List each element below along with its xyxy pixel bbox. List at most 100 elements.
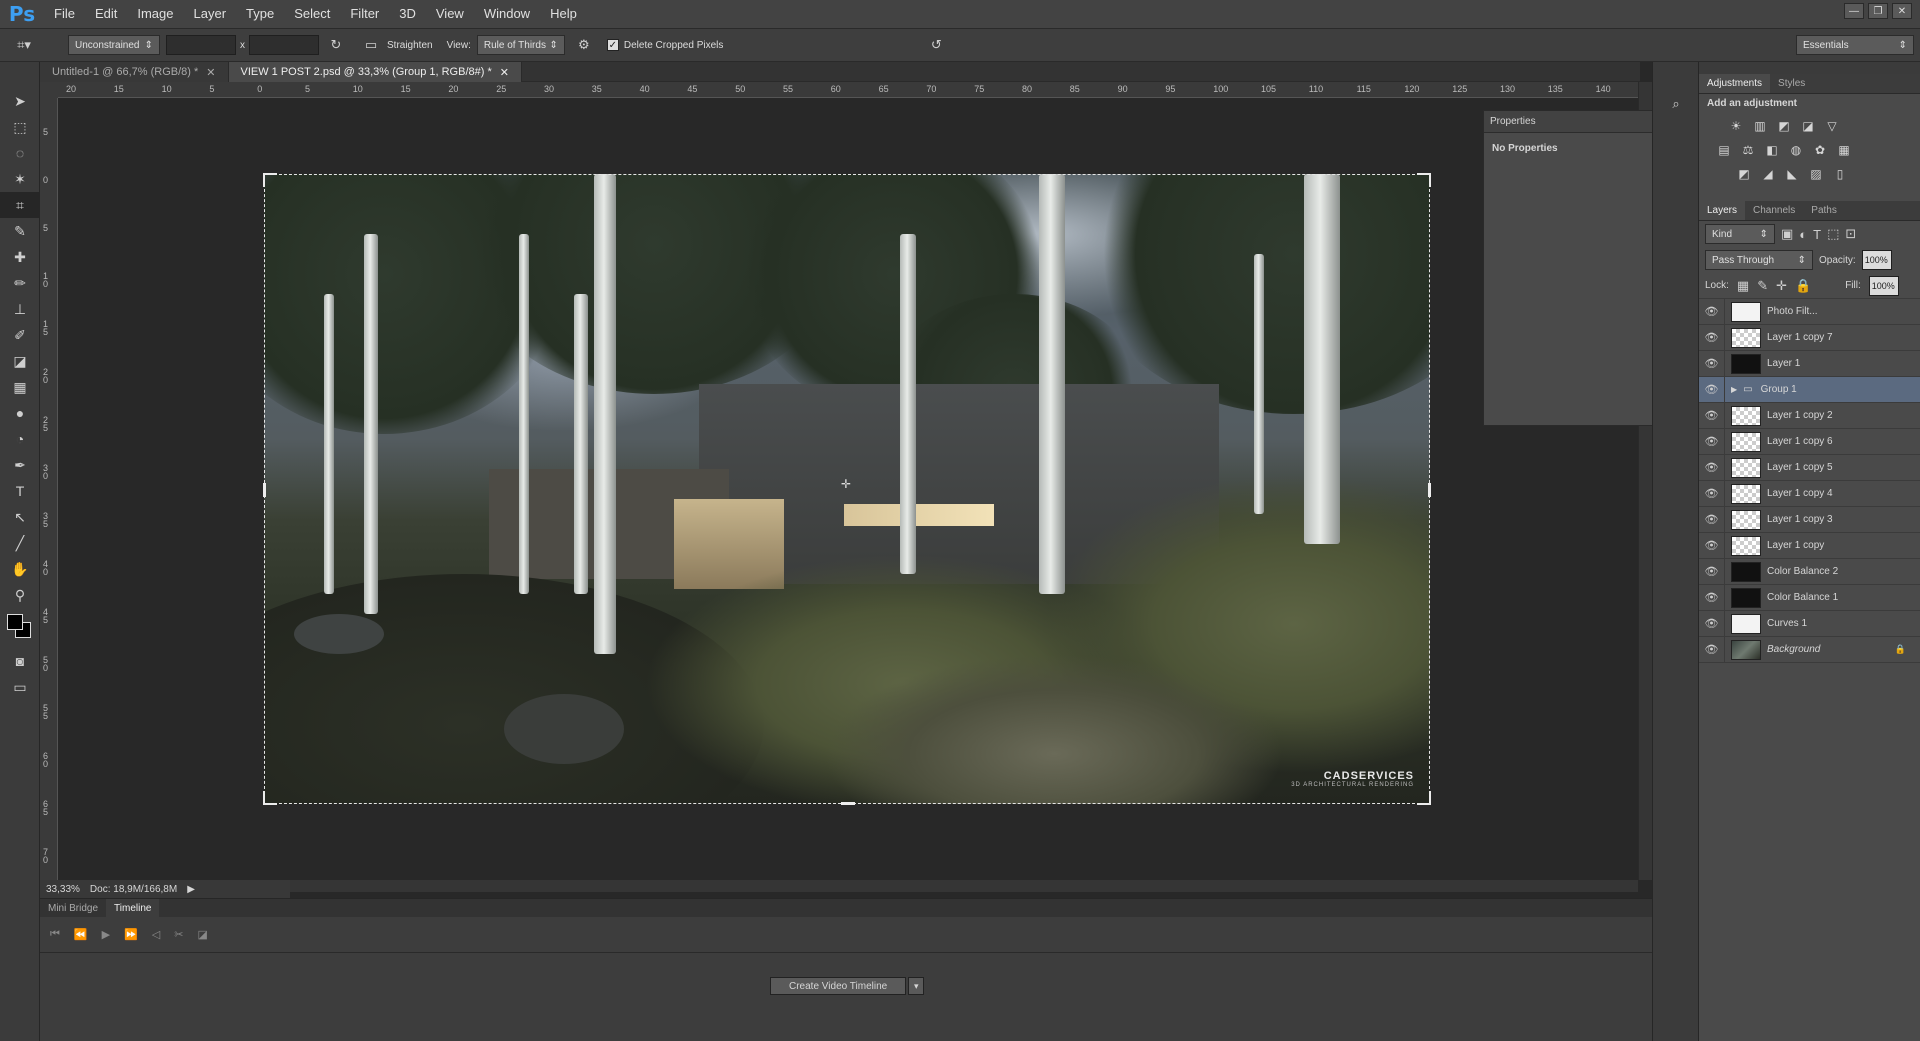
layer-row[interactable]: 👁 Layer 1 copy 3 [1699,506,1920,533]
layer-name[interactable]: Color Balance 2 [1767,566,1838,577]
doc-tab-untitled[interactable]: Untitled-1 @ 66,7% (RGB/8) * ✕ [40,62,229,82]
tab-paths[interactable]: Paths [1803,201,1845,220]
blur-tool[interactable]: ● [0,400,40,426]
posterize-icon[interactable]: ◢ [1759,165,1777,183]
shape-filter-icon[interactable]: ⬚ [1827,226,1839,242]
visibility-eye-icon[interactable]: 👁 [1699,636,1725,663]
menu-file[interactable]: File [44,0,85,28]
curves-icon[interactable]: ◩ [1775,117,1793,135]
menu-view[interactable]: View [426,0,474,28]
visibility-eye-icon[interactable]: 👁 [1699,610,1725,637]
menu-layer[interactable]: Layer [184,0,237,28]
layer-name[interactable]: Layer 1 copy 5 [1767,462,1833,473]
tab-styles[interactable]: Styles [1770,74,1813,93]
straighten-button[interactable]: ▭ [359,37,383,53]
menu-3d[interactable]: 3D [389,0,426,28]
ratio-dropdown[interactable]: Unconstrained ⇕ [68,35,160,55]
status-menu-icon[interactable]: ▶ [187,884,195,895]
hue-saturation-icon[interactable]: ▤ [1715,141,1733,159]
next-frame-icon[interactable]: ⏩ [124,928,138,941]
foreground-color-swatch[interactable] [7,614,23,630]
delete-cropped-checkbox[interactable]: ✓ [606,39,619,51]
scissors-icon[interactable]: ✂ [174,928,183,941]
color-swatches[interactable] [0,608,40,648]
layer-row[interactable]: 👁 ▶ ▭ Group 1 [1699,376,1920,403]
audio-icon[interactable]: ◁ [152,928,160,941]
layer-row[interactable]: 👁 Layer 1 copy 2 [1699,402,1920,429]
tab-mini-bridge[interactable]: Mini Bridge [40,899,106,917]
brush-tool[interactable]: ✏ [0,270,40,296]
smart-object-filter-icon[interactable]: ⊡ [1845,226,1856,242]
menu-filter[interactable]: Filter [340,0,389,28]
opacity-input[interactable]: 100% [1861,250,1892,270]
minimize-button[interactable]: — [1844,3,1864,19]
expand-group-icon[interactable]: ▶ [1731,385,1737,394]
hand-tool[interactable]: ✋ [0,556,40,582]
black-white-icon[interactable]: ◧ [1763,141,1781,159]
selective-color-icon[interactable]: ▨ [1807,165,1825,183]
eyedropper-tool[interactable]: ✎ [0,218,40,244]
layer-name[interactable]: Background [1767,644,1820,655]
overlay-view-dropdown[interactable]: Rule of Thirds ⇕ [476,35,565,55]
visibility-eye-icon[interactable]: 👁 [1699,402,1725,429]
lock-position-icon[interactable]: ✛ [1776,278,1787,294]
crop-tool[interactable]: ⌗ [0,192,40,218]
blend-mode-dropdown[interactable]: Pass Through ⇕ [1705,250,1813,270]
tab-layers[interactable]: Layers [1699,201,1746,220]
marquee-tool[interactable]: ⬚ [0,114,40,140]
type-filter-icon[interactable]: T [1813,227,1821,242]
line-tool[interactable]: ╱ [0,530,40,556]
timeline-mode-dropdown[interactable]: ▾ [908,977,925,995]
screen-mode-button[interactable]: ▭ [0,674,40,700]
gradient-map-icon[interactable]: ▯ [1831,165,1849,183]
crop-height-input[interactable] [249,35,319,55]
crop-settings-button[interactable]: ⚙ [571,37,597,53]
layer-name[interactable]: Photo Filt... [1767,306,1818,317]
zoom-tool[interactable]: ⚲ [0,582,40,608]
layer-row[interactable]: 👁 Layer 1 copy [1699,532,1920,559]
adjustment-filter-icon[interactable]: ◐ [1799,227,1807,242]
magic-wand-tool[interactable]: ✶ [0,166,40,192]
layer-name[interactable]: Curves 1 [1767,618,1807,629]
layer-row[interactable]: 👁 Layer 1 copy 4 [1699,480,1920,507]
history-panel-button[interactable]: ⌕ [1653,90,1699,118]
menu-edit[interactable]: Edit [85,0,127,28]
clone-stamp-tool[interactable]: ⊥ [0,296,40,322]
visibility-eye-icon[interactable]: 👁 [1699,324,1725,351]
tab-channels[interactable]: Channels [1745,201,1803,220]
visibility-eye-icon[interactable]: 👁 [1699,584,1725,611]
create-video-timeline-button[interactable]: Create Video Timeline [770,977,907,995]
layer-name[interactable]: Color Balance 1 [1767,592,1838,603]
fill-input[interactable]: 100% [1868,275,1899,296]
layer-row[interactable]: 👁 Photo Filt... [1699,298,1920,325]
doc-tab-view1-post2[interactable]: VIEW 1 POST 2.psd @ 33,3% (Group 1, RGB/… [228,62,522,82]
menu-type[interactable]: Type [236,0,284,28]
layer-name[interactable]: Layer 1 copy 2 [1767,410,1833,421]
tab-adjustments[interactable]: Adjustments [1699,74,1771,93]
visibility-eye-icon[interactable]: 👁 [1699,506,1725,533]
restore-button[interactable]: ❐ [1868,3,1888,19]
play-icon[interactable]: ▶ [102,928,110,941]
exposure-icon[interactable]: ◪ [1799,117,1817,135]
workspace-dropdown[interactable]: Essentials ⇕ [1796,35,1914,55]
layer-row[interactable]: 👁 Color Balance 1 [1699,584,1920,611]
menu-help[interactable]: Help [540,0,587,28]
layer-row[interactable]: 👁 Curves 1 [1699,610,1920,637]
image-filter-icon[interactable]: ▣ [1781,226,1793,242]
zoom-level[interactable]: 33,33% [46,884,80,895]
tab-timeline[interactable]: Timeline [106,899,160,917]
visibility-eye-icon[interactable]: 👁 [1699,350,1725,377]
swap-dimensions-button[interactable]: ↻ [323,37,349,53]
move-tool[interactable]: ➤ [0,88,40,114]
close-tab-icon[interactable]: ✕ [206,66,215,79]
lock-transparent-icon[interactable]: ▦ [1737,278,1749,294]
menu-select[interactable]: Select [284,0,340,28]
document-canvas[interactable]: CADSERVICES 3D ARCHITECTURAL RENDERING ✛ [58,98,1638,880]
layer-name[interactable]: Group 1 [1761,384,1797,395]
visibility-eye-icon[interactable]: 👁 [1699,480,1725,507]
gradient-tool[interactable]: ▦ [0,374,40,400]
dodge-tool[interactable]: ◔ [0,426,40,452]
path-selection-tool[interactable]: ↖ [0,504,40,530]
visibility-eye-icon[interactable]: 👁 [1699,454,1725,481]
transition-icon[interactable]: ◪ [197,928,207,941]
